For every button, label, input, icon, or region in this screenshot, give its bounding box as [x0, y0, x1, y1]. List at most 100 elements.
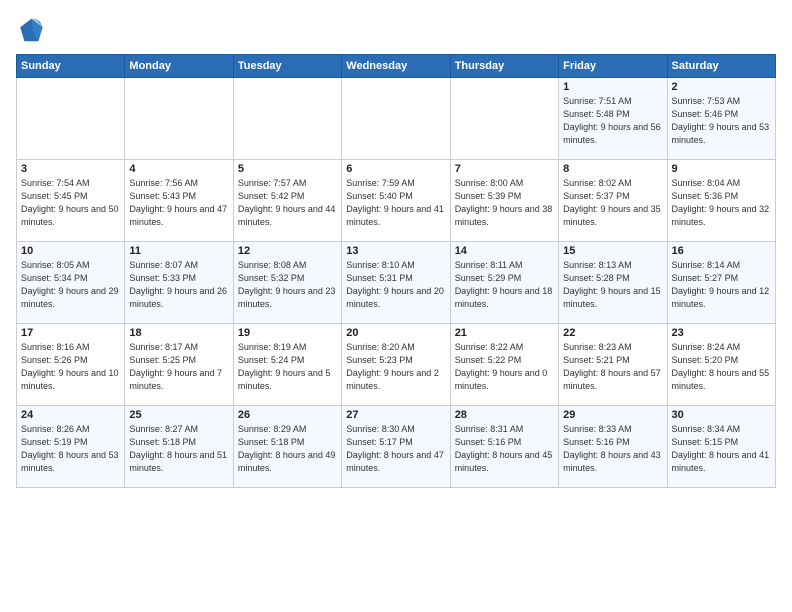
day-info: Sunrise: 8:05 AM Sunset: 5:34 PM Dayligh… — [21, 259, 120, 311]
calendar-week-row: 17Sunrise: 8:16 AM Sunset: 5:26 PM Dayli… — [17, 324, 776, 406]
day-info: Sunrise: 8:11 AM Sunset: 5:29 PM Dayligh… — [455, 259, 554, 311]
calendar-cell: 21 Sunrise: 8:22 AM Sunset: 5:22 PM Dayli… — [450, 324, 558, 406]
calendar-cell: 4 Sunrise: 7:56 AM Sunset: 5:43 PM Daylig… — [125, 160, 233, 242]
day-info: Sunrise: 8:29 AM Sunset: 5:18 PM Dayligh… — [238, 423, 337, 475]
calendar-cell: 3Sunrise: 7:54 AM Sunset: 5:45 PM Daylig… — [17, 160, 125, 242]
calendar-cell: 23 Sunrise: 8:24 AM Sunset: 5:20 PM Dayli… — [667, 324, 775, 406]
weekday-header-monday: Monday — [125, 55, 233, 78]
weekday-header-sunday: Sunday — [17, 55, 125, 78]
day-info: Sunrise: 8:30 AM Sunset: 5:17 PM Dayligh… — [346, 423, 445, 475]
calendar-cell — [233, 78, 341, 160]
weekday-header-wednesday: Wednesday — [342, 55, 450, 78]
day-number: 11 — [129, 245, 228, 257]
calendar-cell: 2 Sunrise: 7:53 AM Sunset: 5:46 PM Daylig… — [667, 78, 775, 160]
calendar-cell: 12 Sunrise: 8:08 AM Sunset: 5:32 PM Dayli… — [233, 242, 341, 324]
weekday-header-tuesday: Tuesday — [233, 55, 341, 78]
day-number: 6 — [346, 163, 445, 175]
day-number: 1 — [563, 81, 662, 93]
day-number: 23 — [672, 327, 771, 339]
day-number: 19 — [238, 327, 337, 339]
calendar-cell: 5 Sunrise: 7:57 AM Sunset: 5:42 PM Daylig… — [233, 160, 341, 242]
day-info: Sunrise: 7:59 AM Sunset: 5:40 PM Dayligh… — [346, 177, 445, 229]
calendar-cell: 25 Sunrise: 8:27 AM Sunset: 5:18 PM Dayli… — [125, 406, 233, 488]
calendar-cell: 30 Sunrise: 8:34 AM Sunset: 5:15 PM Dayli… — [667, 406, 775, 488]
day-info: Sunrise: 8:08 AM Sunset: 5:32 PM Dayligh… — [238, 259, 337, 311]
calendar-table: SundayMondayTuesdayWednesdayThursdayFrid… — [16, 54, 776, 488]
day-info: Sunrise: 8:00 AM Sunset: 5:39 PM Dayligh… — [455, 177, 554, 229]
calendar-cell: 26 Sunrise: 8:29 AM Sunset: 5:18 PM Dayli… — [233, 406, 341, 488]
day-info: Sunrise: 8:20 AM Sunset: 5:23 PM Dayligh… — [346, 341, 445, 393]
day-info: Sunrise: 8:14 AM Sunset: 5:27 PM Dayligh… — [672, 259, 771, 311]
day-number: 20 — [346, 327, 445, 339]
day-info: Sunrise: 7:56 AM Sunset: 5:43 PM Dayligh… — [129, 177, 228, 229]
day-number: 8 — [563, 163, 662, 175]
day-number: 26 — [238, 409, 337, 421]
calendar-cell: 29 Sunrise: 8:33 AM Sunset: 5:16 PM Dayli… — [559, 406, 667, 488]
calendar-week-row: 1 Sunrise: 7:51 AM Sunset: 5:48 PM Daylig… — [17, 78, 776, 160]
calendar-cell: 10 Sunrise: 8:05 AM Sunset: 5:34 PM Dayli… — [17, 242, 125, 324]
day-number: 10 — [21, 245, 120, 257]
calendar-cell: 27 Sunrise: 8:30 AM Sunset: 5:17 PM Dayli… — [342, 406, 450, 488]
day-number: 2 — [672, 81, 771, 93]
day-info: Sunrise: 8:24 AM Sunset: 5:20 PM Dayligh… — [672, 341, 771, 393]
calendar-cell: 20 Sunrise: 8:20 AM Sunset: 5:23 PM Dayli… — [342, 324, 450, 406]
day-number: 29 — [563, 409, 662, 421]
day-info: Sunrise: 8:26 AM Sunset: 5:19 PM Dayligh… — [21, 423, 120, 475]
day-info: Sunrise: 8:33 AM Sunset: 5:16 PM Dayligh… — [563, 423, 662, 475]
day-number: 4 — [129, 163, 228, 175]
day-number: 30 — [672, 409, 771, 421]
calendar-cell: 17Sunrise: 8:16 AM Sunset: 5:26 PM Dayli… — [17, 324, 125, 406]
day-number: 24 — [21, 409, 120, 421]
day-number: 12 — [238, 245, 337, 257]
day-number: 15 — [563, 245, 662, 257]
day-info: Sunrise: 8:04 AM Sunset: 5:36 PM Dayligh… — [672, 177, 771, 229]
calendar-week-row: 24 Sunrise: 8:26 AM Sunset: 5:19 PM Dayli… — [17, 406, 776, 488]
day-number: 14 — [455, 245, 554, 257]
calendar-cell: 1 Sunrise: 7:51 AM Sunset: 5:48 PM Daylig… — [559, 78, 667, 160]
day-info: Sunrise: 8:17 AM Sunset: 5:25 PM Dayligh… — [129, 341, 228, 393]
calendar-cell: 11Sunrise: 8:07 AM Sunset: 5:33 PM Dayli… — [125, 242, 233, 324]
calendar-cell: 8Sunrise: 8:02 AM Sunset: 5:37 PM Daylig… — [559, 160, 667, 242]
day-info: Sunrise: 7:53 AM Sunset: 5:46 PM Dayligh… — [672, 95, 771, 147]
calendar-week-row: 3Sunrise: 7:54 AM Sunset: 5:45 PM Daylig… — [17, 160, 776, 242]
calendar-cell: 6 Sunrise: 7:59 AM Sunset: 5:40 PM Daylig… — [342, 160, 450, 242]
weekday-header-thursday: Thursday — [450, 55, 558, 78]
day-info: Sunrise: 8:10 AM Sunset: 5:31 PM Dayligh… — [346, 259, 445, 311]
day-number: 18 — [129, 327, 228, 339]
day-info: Sunrise: 7:57 AM Sunset: 5:42 PM Dayligh… — [238, 177, 337, 229]
calendar-cell: 22Sunrise: 8:23 AM Sunset: 5:21 PM Dayli… — [559, 324, 667, 406]
page: SundayMondayTuesdayWednesdayThursdayFrid… — [0, 0, 792, 612]
day-number: 28 — [455, 409, 554, 421]
day-info: Sunrise: 8:19 AM Sunset: 5:24 PM Dayligh… — [238, 341, 337, 393]
day-info: Sunrise: 8:27 AM Sunset: 5:18 PM Dayligh… — [129, 423, 228, 475]
day-number: 16 — [672, 245, 771, 257]
calendar-cell: 24 Sunrise: 8:26 AM Sunset: 5:19 PM Dayli… — [17, 406, 125, 488]
calendar-cell — [450, 78, 558, 160]
calendar-cell — [17, 78, 125, 160]
weekday-header-friday: Friday — [559, 55, 667, 78]
calendar-cell: 19 Sunrise: 8:19 AM Sunset: 5:24 PM Dayli… — [233, 324, 341, 406]
logo — [16, 16, 48, 44]
day-info: Sunrise: 8:13 AM Sunset: 5:28 PM Dayligh… — [563, 259, 662, 311]
calendar-cell: 18 Sunrise: 8:17 AM Sunset: 5:25 PM Dayli… — [125, 324, 233, 406]
day-number: 21 — [455, 327, 554, 339]
day-number: 25 — [129, 409, 228, 421]
calendar-cell — [125, 78, 233, 160]
day-info: Sunrise: 8:23 AM Sunset: 5:21 PM Dayligh… — [563, 341, 662, 393]
day-info: Sunrise: 8:34 AM Sunset: 5:15 PM Dayligh… — [672, 423, 771, 475]
calendar-cell: 7Sunrise: 8:00 AM Sunset: 5:39 PM Daylig… — [450, 160, 558, 242]
day-number: 13 — [346, 245, 445, 257]
calendar-header-row: SundayMondayTuesdayWednesdayThursdayFrid… — [17, 55, 776, 78]
day-info: Sunrise: 8:31 AM Sunset: 5:16 PM Dayligh… — [455, 423, 554, 475]
day-number: 5 — [238, 163, 337, 175]
weekday-header-saturday: Saturday — [667, 55, 775, 78]
day-info: Sunrise: 7:51 AM Sunset: 5:48 PM Dayligh… — [563, 95, 662, 147]
calendar-cell: 15 Sunrise: 8:13 AM Sunset: 5:28 PM Dayli… — [559, 242, 667, 324]
calendar-week-row: 10 Sunrise: 8:05 AM Sunset: 5:34 PM Dayli… — [17, 242, 776, 324]
calendar-cell: 16 Sunrise: 8:14 AM Sunset: 5:27 PM Dayli… — [667, 242, 775, 324]
day-number: 27 — [346, 409, 445, 421]
day-info: Sunrise: 8:22 AM Sunset: 5:22 PM Dayligh… — [455, 341, 554, 393]
calendar-cell: 9Sunrise: 8:04 AM Sunset: 5:36 PM Daylig… — [667, 160, 775, 242]
calendar-cell — [342, 78, 450, 160]
logo-icon — [16, 16, 44, 44]
